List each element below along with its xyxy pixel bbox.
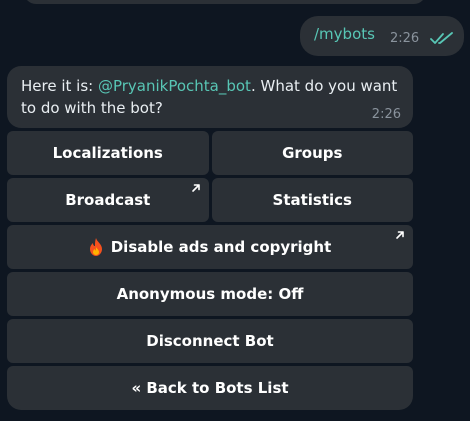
broadcast-button-label: Broadcast <box>65 191 151 209</box>
keyboard-row: « Back to Bots List <box>7 366 413 410</box>
disconnect-bot-button-label: Disconnect Bot <box>146 332 274 350</box>
keyboard-row: Localizations Groups <box>7 131 413 175</box>
incoming-message-time: 2:26 <box>371 107 401 122</box>
keyboard-row: Broadcast Statistics <box>7 178 413 222</box>
disable-ads-button-label: Disable ads and copyright <box>110 238 332 256</box>
incoming-message-text: Here it is: @PryanikPochta_bot. What do … <box>21 75 399 119</box>
anonymous-mode-button-label: Anonymous mode: Off <box>116 285 304 303</box>
back-to-bots-list-button[interactable]: « Back to Bots List <box>7 366 413 410</box>
localizations-button-label: Localizations <box>52 144 163 162</box>
groups-button-label: Groups <box>282 144 343 162</box>
fire-icon <box>89 238 102 256</box>
keyboard-row: Disconnect Bot <box>7 319 413 363</box>
message-text-before: Here it is: <box>21 77 98 95</box>
localizations-button[interactable]: Localizations <box>7 131 209 175</box>
disable-ads-button[interactable]: Disable ads and copyright <box>7 225 413 269</box>
chat-area: /mybots 2:26 Here it is: @PryanikPochta_… <box>0 0 470 421</box>
outgoing-message[interactable]: /mybots 2:26 <box>300 16 464 56</box>
inline-keyboard: Localizations Groups Broadcast Statistic… <box>7 131 413 413</box>
incoming-message[interactable]: Here it is: @PryanikPochta_bot. What do … <box>7 66 413 128</box>
disconnect-bot-button[interactable]: Disconnect Bot <box>7 319 413 363</box>
outgoing-message-time: 2:26 <box>390 31 420 46</box>
back-to-bots-list-button-label: « Back to Bots List <box>131 379 289 397</box>
broadcast-button[interactable]: Broadcast <box>7 178 209 222</box>
external-link-arrow-icon <box>191 184 200 192</box>
double-check-icon <box>430 32 453 44</box>
groups-button[interactable]: Groups <box>211 131 413 175</box>
keyboard-row: Disable ads and copyright <box>7 225 413 269</box>
previous-message-bubble <box>24 0 426 4</box>
bot-mention-link[interactable]: @PryanikPochta_bot <box>98 77 251 95</box>
anonymous-mode-button[interactable]: Anonymous mode: Off <box>7 272 413 316</box>
external-link-arrow-icon <box>396 231 404 239</box>
keyboard-row: Anonymous mode: Off <box>7 272 413 316</box>
statistics-button-label: Statistics <box>272 191 352 209</box>
outgoing-message-text: /mybots <box>314 25 375 43</box>
statistics-button[interactable]: Statistics <box>211 178 413 222</box>
